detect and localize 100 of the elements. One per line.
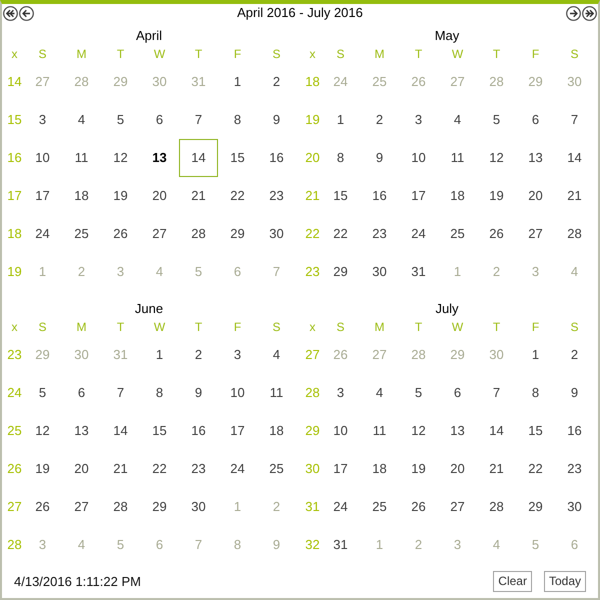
calendar-day[interactable]: 17 — [333, 461, 348, 477]
calendar-day[interactable]: 23 — [372, 226, 387, 242]
calendar-day[interactable]: 21 — [191, 188, 206, 204]
calendar-day[interactable]: 26 — [489, 226, 504, 242]
calendar-day[interactable]: 19 — [113, 188, 128, 204]
calendar-day[interactable]: 22 — [230, 188, 245, 204]
calendar-day[interactable]: 18 — [269, 423, 284, 439]
calendar-day[interactable]: 24 — [333, 499, 348, 515]
calendar-day[interactable]: 12 — [113, 150, 128, 166]
calendar-day[interactable]: 12 — [489, 150, 504, 166]
calendar-day[interactable]: 5 — [38, 385, 46, 401]
calendar-day[interactable]: 25 — [74, 226, 89, 242]
calendar-day[interactable]: 11 — [270, 385, 284, 401]
calendar-day[interactable]: 29 — [528, 499, 543, 515]
calendar-day[interactable]: 21 — [113, 461, 128, 477]
calendar-day[interactable]: 15 — [152, 423, 167, 439]
calendar-day[interactable]: 9 — [570, 385, 578, 401]
calendar-day[interactable]: 1 — [336, 112, 344, 128]
calendar-day[interactable]: 22 — [333, 226, 348, 242]
calendar-day[interactable]: 19 — [489, 188, 504, 204]
calendar-day[interactable]: 13 — [74, 423, 89, 439]
calendar-day[interactable]: 8 — [336, 150, 344, 166]
calendar-day[interactable]: 15 — [230, 150, 245, 166]
calendar-day[interactable]: 24 — [411, 226, 426, 242]
calendar-day[interactable]: 23 — [191, 461, 206, 477]
calendar-day[interactable]: 20 — [152, 188, 167, 204]
calendar-day[interactable]: 3 — [234, 347, 242, 363]
calendar-day[interactable]: 8 — [234, 112, 242, 128]
calendar-day[interactable]: 17 — [35, 188, 50, 204]
calendar-day[interactable]: 1 — [532, 347, 540, 363]
calendar-day[interactable]: 31 — [411, 264, 426, 280]
calendar-day[interactable]: 16 — [191, 423, 206, 439]
calendar-day[interactable]: 19 — [411, 461, 426, 477]
calendar-day[interactable]: 17 — [230, 423, 245, 439]
calendar-day[interactable]: 28 — [567, 226, 582, 242]
calendar-day[interactable]: 7 — [570, 112, 578, 128]
calendar-day[interactable]: 11 — [74, 150, 88, 166]
calendar-day[interactable]: 30 — [191, 499, 206, 515]
calendar-day[interactable]: 10 — [35, 150, 50, 166]
calendar-day[interactable]: 2 — [376, 112, 384, 128]
calendar-day[interactable]: 17 — [411, 188, 426, 204]
calendar-day[interactable]: 4 — [272, 347, 280, 363]
calendar-day[interactable]: 27 — [152, 226, 167, 242]
calendar-day[interactable]: 26 — [113, 226, 128, 242]
calendar-day[interactable]: 1 — [156, 347, 164, 363]
calendar-day[interactable]: 14 — [567, 150, 582, 166]
calendar-day[interactable]: 6 — [532, 112, 540, 128]
calendar-day[interactable]: 6 — [156, 112, 164, 128]
calendar-day[interactable]: 24 — [230, 461, 245, 477]
calendar-day[interactable]: 30 — [269, 226, 284, 242]
calendar-day[interactable]: 8 — [156, 385, 164, 401]
calendar-day[interactable]: 15 — [528, 423, 543, 439]
calendar-day[interactable]: 29 — [333, 264, 348, 280]
today-button[interactable]: Today — [544, 570, 586, 592]
calendar-day[interactable]: 26 — [35, 499, 50, 515]
calendar-day[interactable]: 5 — [492, 112, 500, 128]
calendar-day[interactable]: 21 — [489, 461, 504, 477]
calendar-day[interactable]: 16 — [567, 423, 582, 439]
calendar-day[interactable]: 13 — [528, 150, 543, 166]
calendar-day[interactable]: 25 — [450, 226, 465, 242]
calendar-day[interactable]: 22 — [152, 461, 167, 477]
calendar-day[interactable]: 3 — [38, 112, 46, 128]
calendar-day[interactable]: 5 — [414, 385, 422, 401]
calendar-day[interactable]: 29 — [230, 226, 245, 242]
calendar-day[interactable]: 30 — [372, 264, 387, 280]
calendar-day[interactable]: 18 — [450, 188, 465, 204]
calendar-day[interactable]: 20 — [74, 461, 89, 477]
clear-button[interactable]: Clear — [493, 570, 532, 592]
calendar-day[interactable]: 10 — [230, 385, 245, 401]
calendar-day[interactable]: 14 — [489, 423, 504, 439]
calendar-day[interactable]: 23 — [269, 188, 284, 204]
calendar-day[interactable]: 9 — [376, 150, 384, 166]
calendar-day[interactable]: 8 — [532, 385, 540, 401]
calendar-day[interactable]: 10 — [411, 150, 426, 166]
calendar-day[interactable]: 18 — [74, 188, 89, 204]
calendar-day[interactable]: 30 — [567, 499, 582, 515]
calendar-day[interactable]: 27 — [528, 226, 543, 242]
calendar-day[interactable]: 18 — [372, 461, 387, 477]
calendar-day[interactable]: 23 — [567, 461, 582, 477]
calendar-day[interactable]: 7 — [492, 385, 500, 401]
calendar-day[interactable]: 28 — [113, 499, 128, 515]
calendar-day[interactable]: 31 — [333, 537, 348, 553]
calendar-day[interactable]: 3 — [336, 385, 344, 401]
calendar-day[interactable]: 28 — [191, 226, 206, 242]
calendar-day[interactable]: 14 — [113, 423, 128, 439]
calendar-day[interactable]: 7 — [194, 112, 202, 128]
calendar-day[interactable]: 20 — [528, 188, 543, 204]
calendar-day[interactable]: 11 — [372, 423, 386, 439]
calendar-day[interactable]: 9 — [194, 385, 202, 401]
calendar-day[interactable]: 25 — [269, 461, 284, 477]
calendar-day[interactable]: 7 — [116, 385, 124, 401]
calendar-day[interactable]: 12 — [411, 423, 426, 439]
calendar-day[interactable]: 21 — [567, 188, 582, 204]
calendar-day[interactable]: 26 — [411, 499, 426, 515]
calendar-day[interactable]: 6 — [454, 385, 462, 401]
calendar-day[interactable]: 6 — [78, 385, 86, 401]
calendar-day[interactable]: 13 — [152, 150, 167, 166]
calendar-day[interactable]: 2 — [272, 74, 280, 90]
calendar-day[interactable]: 10 — [333, 423, 348, 439]
calendar-day[interactable]: 20 — [450, 461, 465, 477]
